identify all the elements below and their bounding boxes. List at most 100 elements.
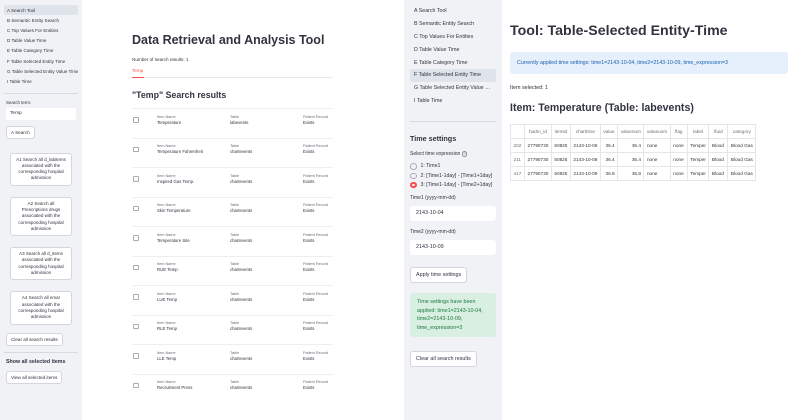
help-icon[interactable]: ?	[461, 151, 468, 157]
result-checkbox[interactable]	[133, 353, 139, 359]
sidebar-nav-item[interactable]: C Top Values For Entities	[410, 31, 496, 44]
result-record-cell: Patient Record Exists	[303, 233, 328, 244]
time-settings-heading: Time settings	[410, 134, 457, 144]
time1-input[interactable]: 2143-10-04	[410, 205, 496, 221]
association-search-button[interactable]: A3 Search all d_items associated with th…	[10, 247, 72, 281]
result-checkbox[interactable]	[133, 117, 139, 123]
result-item-cell: Item Name Recruitment Press	[157, 380, 192, 391]
result-table-value: chartevents	[230, 355, 253, 361]
table-cell: 50825	[550, 138, 571, 153]
radio-button[interactable]	[410, 163, 417, 170]
table-cell: 36.4	[617, 138, 645, 153]
table-cell: none	[643, 166, 671, 181]
column-header[interactable]: fluid	[708, 124, 729, 139]
sidebar-nav-item[interactable]: C Top Values For Entities	[4, 25, 78, 35]
radio-button[interactable]	[410, 181, 417, 189]
result-table-value: chartevents	[230, 385, 253, 391]
result-checkbox[interactable]	[133, 264, 139, 270]
right-main: Tool: Table-Selected Entity-Time Current…	[510, 0, 793, 420]
sidebar-nav-item[interactable]: G Table Selected Entity Value Time	[4, 66, 78, 76]
column-header[interactable]: valuenum	[617, 124, 645, 139]
column-header[interactable]: label	[686, 124, 710, 139]
association-search-button[interactable]: A2 Search all Prescriptions drugs associ…	[10, 196, 72, 237]
table-cell: Temper	[686, 166, 710, 181]
sidebar-nav-item[interactable]: B Semantic Entity Search	[410, 18, 496, 31]
sidebar-nav-item[interactable]: I Table Time	[4, 76, 78, 86]
association-search-button[interactable]: A1 Search all d_labitems associated with…	[10, 152, 72, 186]
sidebar-nav-item[interactable]: E Table Category Time	[4, 46, 78, 56]
column-header[interactable]: valueuom	[643, 124, 671, 139]
column-header[interactable]: flag	[669, 124, 688, 139]
tab-active-indicator	[132, 76, 144, 78]
tab-temp[interactable]: Temp	[132, 68, 143, 73]
result-item-cell: Item Name Temperature Fahrenheit	[157, 144, 203, 155]
time-expression-option[interactable]: 3: [Time1-1day] - [Time2+1day]	[410, 181, 496, 189]
result-table-cell: Table labevents	[230, 115, 248, 126]
result-item-cell: Item Name Inspired Gas Temp.	[157, 174, 194, 185]
sidebar-divider	[4, 351, 78, 353]
result-record-value: Exists	[303, 208, 315, 214]
column-header[interactable]: charttime	[569, 124, 601, 139]
sidebar-nav-item[interactable]: E Table Category Time	[410, 56, 496, 69]
search-input[interactable]: Temp	[6, 107, 76, 120]
table-row: 202 27790730 50825 2143-10-06 36.4 36.4 none no…	[510, 138, 757, 153]
radio-button[interactable]	[410, 172, 417, 180]
time-expression-option[interactable]: 1: Time1	[410, 162, 496, 170]
result-checkbox[interactable]	[133, 323, 139, 329]
result-record-cell: Patient Record Exists	[303, 144, 328, 155]
results-subtitle: "Temp" Search results	[132, 90, 227, 100]
result-record-value: Exists	[303, 178, 315, 184]
result-checkbox[interactable]	[133, 176, 139, 182]
result-item-value: RLE Temp	[157, 326, 177, 332]
sidebar-nav-item[interactable]: F Table Selected Entity Time	[4, 56, 78, 66]
sidebar-divider	[410, 121, 496, 123]
apply-time-settings-button[interactable]: Apply time settings	[410, 266, 468, 283]
time2-input[interactable]: 2143-10-09	[410, 239, 496, 255]
result-checkbox[interactable]	[133, 382, 139, 388]
data-table[interactable]: hadm_id itemid charttime value valuenum value…	[510, 124, 757, 181]
time2-label: Time2 (yyyy-mm-dd)	[410, 228, 456, 235]
association-search-button[interactable]: A4 Search all emar associated with the c…	[10, 291, 72, 325]
sidebar-nav-item[interactable]: D Table Value Time	[410, 43, 496, 56]
view-selected-button[interactable]: View all selected items	[6, 370, 63, 384]
screenshot-root: A Search Tool B Semantic Entity Search C T…	[0, 0, 793, 420]
table-cell: none	[669, 152, 688, 167]
sidebar-nav-item[interactable]: F Table Selected Entity Time	[410, 68, 496, 82]
result-table-cell: Table chartevents	[230, 144, 252, 155]
result-row: Item Name Recruitment Press Table charteven…	[132, 373, 333, 403]
column-header[interactable]: value	[599, 124, 619, 139]
column-header[interactable]: itemid	[550, 124, 571, 139]
result-checkbox[interactable]	[133, 146, 139, 152]
column-header[interactable]: hadm_id	[524, 124, 552, 139]
table-cell: 36.8	[617, 166, 645, 181]
result-checkbox[interactable]	[133, 294, 139, 300]
result-item-value: LUE Temp	[157, 296, 177, 302]
result-item-value: Skin Temperature	[157, 208, 191, 214]
result-checkbox[interactable]	[133, 205, 139, 211]
search-button[interactable]: A Search	[6, 125, 35, 139]
result-table-cell: Table chartevents	[230, 292, 252, 303]
sidebar-nav-item[interactable]: B Semantic Entity Search	[4, 15, 78, 25]
result-table-value: chartevents	[230, 296, 253, 302]
column-header[interactable]	[510, 124, 525, 139]
clear-search-button[interactable]: Clear all search results	[6, 332, 63, 346]
sidebar-nav-item[interactable]: D Table Value Time	[4, 36, 78, 46]
items-selected-count: Item selected: 1	[510, 85, 549, 91]
sidebar-nav-item[interactable]: G Table Selected Entity Value Ti...	[410, 82, 496, 95]
result-row: Item Name LLE Temp Table chartevents Patient…	[132, 344, 333, 373]
result-table-value: chartevents	[230, 267, 253, 273]
sidebar-nav-item[interactable]: A Search Tool	[4, 5, 78, 16]
info-alert: Currently applied time settings: time1=2…	[510, 52, 788, 74]
table-cell: 27790730	[524, 138, 552, 153]
table-cell: Blood	[708, 138, 729, 153]
clear-search-button[interactable]: Clear all search results	[410, 351, 477, 368]
sidebar-nav-item[interactable]: A Search Tool	[410, 5, 496, 18]
time-expression-option[interactable]: 2: [Time1-1day] - [Time1+1day]	[410, 172, 496, 180]
result-row: Item Name RLE Temp Table chartevents Patient…	[132, 314, 333, 344]
column-header[interactable]: category	[727, 124, 757, 139]
row-index: 211	[510, 152, 525, 167]
result-record-value: Exists	[303, 296, 315, 302]
table-cell: Temper	[686, 138, 710, 153]
sidebar-nav-item[interactable]: I Table Time	[410, 94, 496, 107]
result-checkbox[interactable]	[133, 235, 139, 241]
